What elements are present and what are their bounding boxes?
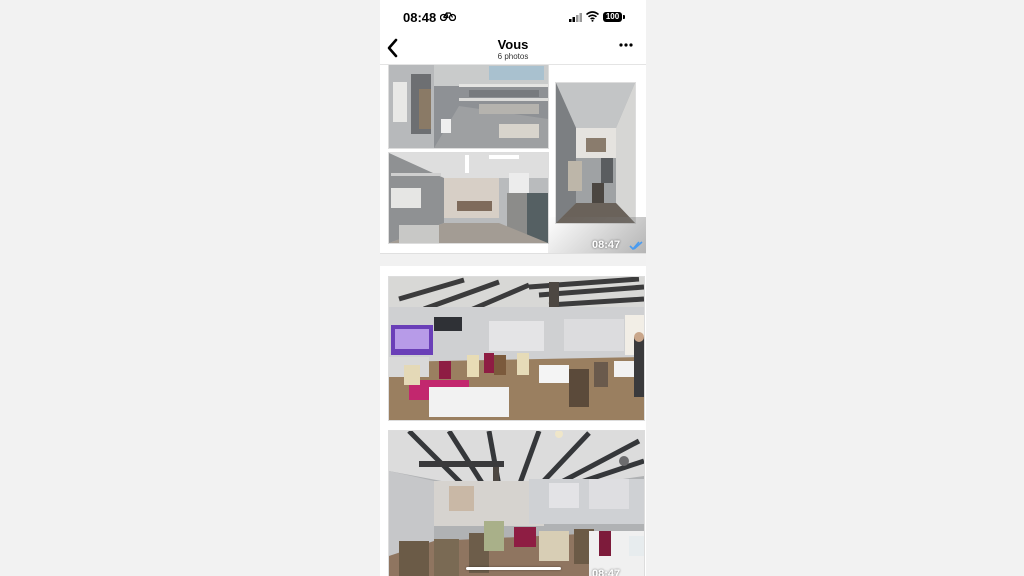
message-separator — [380, 253, 646, 266]
photo-message-1 — [380, 65, 646, 253]
battery-cap — [623, 15, 625, 19]
ellipsis-icon[interactable] — [619, 43, 633, 47]
read-receipt-icon — [629, 241, 643, 250]
phone-screen: 08:48 100 Vous 6 photos 08:47 08:47 — [380, 0, 646, 576]
wifi-icon — [586, 11, 599, 22]
battery-icon: 100 — [603, 12, 622, 22]
separator-line — [380, 253, 646, 254]
kitchen-photo-2[interactable] — [388, 152, 549, 244]
page-title: Vous — [497, 37, 529, 52]
dining-room-photo-2[interactable] — [388, 430, 645, 576]
dining-room-photo-1[interactable] — [388, 276, 645, 421]
status-time: 08:48 — [403, 10, 437, 25]
page-subtitle: 6 photos — [497, 52, 529, 61]
message-timestamp-2: 08:47 — [592, 568, 621, 576]
message-timestamp: 08:47 — [592, 239, 621, 251]
signal-icon — [569, 13, 582, 22]
kitchen-photo-3[interactable] — [555, 82, 636, 224]
home-indicator[interactable] — [466, 567, 561, 570]
kitchen-photo-1[interactable] — [388, 65, 549, 149]
bike-icon — [440, 12, 456, 21]
